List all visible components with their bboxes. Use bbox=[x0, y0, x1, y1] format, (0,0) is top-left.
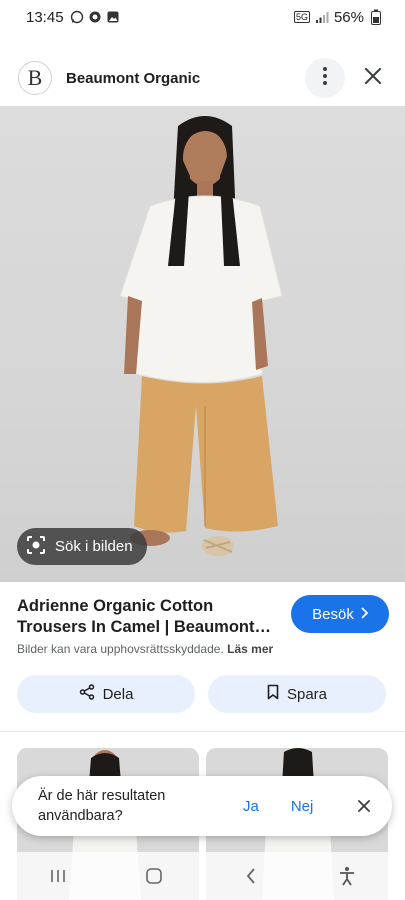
copyright-notice: Bilder kan vara upphovsrättsskyddade. Lä… bbox=[17, 642, 273, 656]
share-label: Dela bbox=[102, 685, 134, 703]
share-icon bbox=[79, 684, 95, 704]
copyright-text: Bilder kan vara upphovsrättsskyddade. bbox=[17, 642, 224, 656]
share-button[interactable]: Dela bbox=[17, 675, 195, 713]
gallery-icon bbox=[106, 10, 120, 24]
close-icon bbox=[358, 800, 370, 812]
lens-icon bbox=[25, 534, 47, 560]
back-icon[interactable] bbox=[236, 861, 266, 891]
notification-icon bbox=[88, 10, 102, 24]
result-header: B Beaumont Organic bbox=[0, 54, 405, 102]
bookmark-icon bbox=[267, 684, 279, 704]
visit-button[interactable]: Besök bbox=[291, 595, 389, 633]
feedback-yes-button[interactable]: Ja bbox=[243, 798, 259, 815]
recent-apps-icon[interactable] bbox=[43, 861, 73, 891]
close-icon bbox=[365, 67, 381, 89]
product-image[interactable]: Sök i bilden bbox=[0, 106, 405, 582]
battery-icon bbox=[369, 9, 383, 25]
clock: 13:45 bbox=[26, 8, 64, 26]
status-bar: 13:45 5G 56% bbox=[0, 0, 405, 34]
save-button[interactable]: Spara bbox=[208, 675, 386, 713]
battery-level: 56% bbox=[333, 8, 364, 26]
search-in-image-chip[interactable]: Sök i bilden bbox=[17, 528, 147, 565]
signal-icon bbox=[315, 10, 329, 24]
result-title[interactable]: Adrienne Organic Cotton Trousers In Came… bbox=[17, 596, 277, 638]
lens-label: Sök i bilden bbox=[55, 538, 133, 555]
more-options-button[interactable] bbox=[305, 58, 345, 98]
notification-icons bbox=[70, 10, 120, 24]
feedback-no-button[interactable]: Nej bbox=[291, 798, 314, 815]
close-button[interactable] bbox=[359, 64, 387, 92]
chevron-right-icon bbox=[360, 606, 369, 623]
site-name[interactable]: Beaumont Organic bbox=[66, 70, 305, 87]
feedback-question: Är de här resultaten användbara? bbox=[38, 788, 166, 824]
model-illustration bbox=[119, 116, 283, 556]
status-right: 5G 56% bbox=[293, 8, 383, 26]
site-logo: B bbox=[18, 61, 52, 95]
learn-more-link[interactable]: Läs mer bbox=[227, 642, 273, 656]
whatsapp-icon bbox=[70, 10, 84, 24]
system-navigation-bar bbox=[0, 852, 405, 900]
save-label: Spara bbox=[286, 685, 328, 703]
feedback-card: Är de här resultaten användbara? Ja Nej bbox=[12, 776, 392, 836]
feedback-close-button[interactable] bbox=[352, 794, 376, 818]
network-label: 5G bbox=[293, 11, 310, 23]
home-icon[interactable] bbox=[139, 861, 169, 891]
visit-label: Besök bbox=[312, 605, 354, 623]
status-left: 13:45 bbox=[26, 9, 120, 26]
section-divider bbox=[0, 731, 405, 732]
accessibility-icon[interactable] bbox=[332, 861, 362, 891]
more-vert-icon bbox=[323, 66, 327, 90]
